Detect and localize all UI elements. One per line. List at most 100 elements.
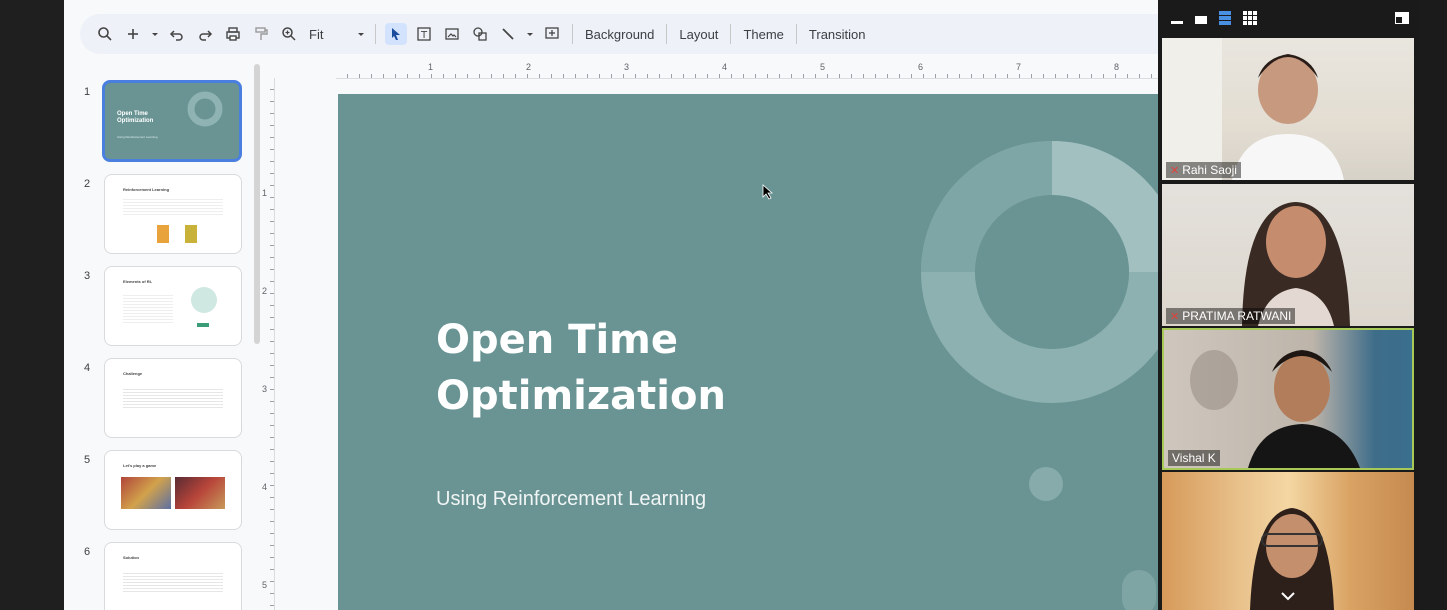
thumb-diagram-bar [197, 323, 209, 327]
slide-subtitle[interactable]: Using Reinforcement Learning [436, 488, 706, 511]
background-button[interactable]: Background [579, 27, 660, 42]
mouse-cursor-icon [762, 184, 774, 200]
toolbar-divider [375, 24, 376, 44]
thumb-photo-1 [121, 477, 171, 509]
gallery-view-icon[interactable] [1242, 10, 1258, 26]
layout-button[interactable]: Layout [673, 27, 724, 42]
new-slide-icon[interactable] [122, 23, 144, 45]
thumb-body-lines [123, 295, 173, 325]
thumb-title: Reinforcement Learning [123, 187, 170, 192]
participant-name-tag: ✕ Rahi Saoji [1166, 162, 1241, 178]
undo-icon[interactable] [166, 23, 188, 45]
ruler-tick: 1 [428, 62, 434, 72]
svg-text:T: T [420, 30, 428, 41]
thumb-title: Challenge [123, 371, 143, 376]
slide-thumbnail[interactable]: Reinforcement Learning [104, 174, 242, 254]
toolbar-divider [572, 24, 573, 44]
new-slide-dropdown-icon[interactable] [150, 23, 160, 45]
zoom-icon[interactable] [278, 23, 300, 45]
slide-title[interactable]: Open Time Optimization [436, 312, 856, 424]
slide-number: 6 [84, 546, 91, 558]
thumb-diagram [191, 287, 217, 313]
thumb-subtitle: Using Reinforcement Learning [117, 135, 158, 139]
slide-number: 2 [84, 178, 91, 190]
decorative-donut-icon [921, 141, 1158, 403]
slide-number: 3 [84, 270, 91, 282]
print-icon[interactable] [222, 23, 244, 45]
thumb-title: Elements of RL [123, 279, 153, 284]
speaker-view-icon[interactable] [1218, 10, 1232, 26]
thumb-title: Open Time Optimization [117, 111, 154, 124]
ruler-tick: 5 [262, 580, 268, 590]
participant-name-tag: ✕ PRATIMA RATWANI [1166, 308, 1296, 324]
participant-video [1190, 350, 1360, 468]
muted-mic-icon: ✕ [1170, 311, 1180, 323]
participant-tile[interactable]: ✕ Rahi Saoji [1162, 38, 1414, 180]
toolbar-divider [666, 24, 668, 44]
participant-name-tag: Vishal K [1168, 450, 1220, 466]
ruler-tick: 3 [624, 62, 630, 72]
video-call-panel: ✕ Rahi Saoji ✕ PRATIMA RATWANI Vishal K [1158, 0, 1418, 610]
slides-editor: Fit T Background Layout Theme Transition… [64, 0, 1158, 610]
decorative-dot-icon [1029, 467, 1063, 501]
participant-name: PRATIMA RATWANI [1182, 309, 1292, 323]
thumb-body-lines [123, 573, 223, 593]
text-box-icon[interactable]: T [413, 23, 435, 45]
search-menus-icon[interactable] [94, 23, 116, 45]
right-black-margin [1418, 0, 1447, 610]
ruler-horizontal[interactable]: 1 2 3 4 5 6 7 8 [336, 60, 1158, 79]
transition-button[interactable]: Transition [803, 27, 872, 42]
thumb-body-lines [123, 389, 223, 409]
slide-thumbnail[interactable]: Solution [104, 542, 242, 610]
thumb-title: Solution [123, 555, 139, 560]
layout-toggle-icon[interactable] [1394, 10, 1410, 26]
redo-icon[interactable] [194, 23, 216, 45]
slide-thumbnail-active[interactable]: Open Time Optimization Using Reinforceme… [102, 80, 242, 162]
left-black-margin [0, 0, 64, 610]
muted-mic-icon: ✕ [1170, 165, 1180, 177]
select-cursor-icon[interactable] [385, 23, 407, 45]
slide-thumbnail[interactable]: Elements of RL [104, 266, 242, 346]
ruler-tick: 1 [262, 188, 268, 198]
slide-filmstrip: 1 Open Time Optimization Using Reinforce… [64, 64, 254, 610]
ruler-tick: 4 [262, 482, 268, 492]
thumb-illustration [157, 225, 197, 243]
thumb-body-lines [123, 199, 223, 215]
ruler-tick: 5 [820, 62, 826, 72]
line-icon[interactable] [497, 23, 519, 45]
slide-number: 4 [84, 362, 91, 374]
add-comment-icon[interactable] [541, 23, 563, 45]
thumbnail-view-icon[interactable] [1194, 12, 1208, 26]
thumb-donut-icon [187, 91, 223, 127]
participant-video [1242, 202, 1350, 326]
slide-thumbnail[interactable]: Challenge [104, 358, 242, 438]
theme-button[interactable]: Theme [737, 27, 789, 42]
thumb-photo-2 [175, 477, 225, 509]
line-dropdown-icon[interactable] [525, 23, 535, 45]
ruler-tick: 7 [1016, 62, 1022, 72]
chevron-down-icon[interactable] [1280, 590, 1296, 602]
ruler-tick: 4 [722, 62, 728, 72]
slide-thumbnail[interactable]: Let's play a game [104, 450, 242, 530]
slide-number: 1 [84, 86, 91, 98]
editor-toolbar: Fit T Background Layout Theme Transition [80, 14, 1158, 54]
participant-video [1162, 38, 1344, 180]
participant-tile-active-speaker[interactable]: Vishal K [1162, 328, 1414, 470]
slide-number: 5 [84, 454, 91, 466]
ruler-vertical[interactable]: 1 2 3 4 5 [260, 78, 275, 610]
zoom-dropdown-icon[interactable] [356, 23, 366, 45]
zoom-select[interactable]: Fit [303, 27, 353, 42]
paint-format-icon[interactable] [250, 23, 272, 45]
insert-image-icon[interactable] [441, 23, 463, 45]
minimize-icon[interactable] [1170, 12, 1184, 26]
video-panel-header [1158, 0, 1418, 36]
participant-tile[interactable]: ✕ PRATIMA RATWANI [1162, 184, 1414, 326]
ruler-tick: 2 [262, 286, 268, 296]
ruler-tick: 2 [526, 62, 532, 72]
participant-name: Vishal K [1172, 451, 1216, 465]
participant-tile[interactable] [1162, 472, 1414, 610]
ruler-tick: 6 [918, 62, 924, 72]
shape-icon[interactable] [469, 23, 491, 45]
slide-canvas[interactable]: Open Time Optimization Using Reinforceme… [338, 94, 1158, 610]
ruler-tick: 8 [1114, 62, 1120, 72]
